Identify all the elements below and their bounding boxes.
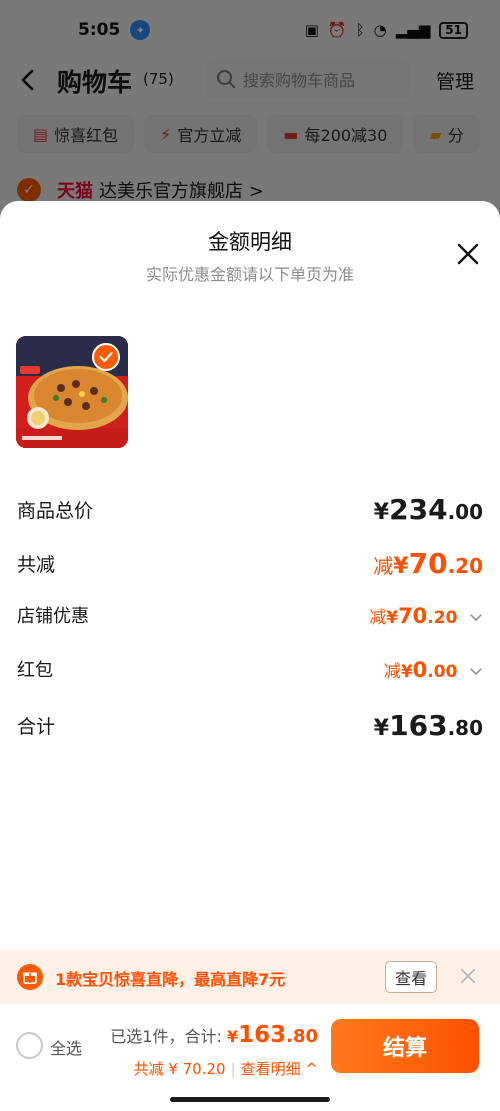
store-discount-value[interactable]: 减¥70.20	[369, 603, 483, 628]
home-indicator[interactable]	[170, 1097, 330, 1102]
selected-count-text: 已选1件，合计:	[110, 1027, 222, 1046]
subtotal-label: 合计	[17, 716, 56, 738]
chevron-down-icon[interactable]	[469, 667, 483, 677]
product-selected-check-icon[interactable]	[92, 343, 120, 371]
sheet-subtitle: 实际优惠金额请以下单页为准	[145, 265, 354, 284]
reduction-detail-line: 共减 ¥ 70.20 | 查看明细 ^	[134, 1058, 318, 1079]
close-icon[interactable]	[459, 967, 477, 985]
system-nav-bar	[0, 1089, 500, 1111]
total-reduction-label: 共减	[17, 554, 56, 576]
gift-icon	[17, 964, 43, 990]
total-goods-label: 商品总价	[17, 500, 94, 522]
view-button[interactable]: 查看	[385, 961, 437, 993]
row-total-goods-price: 商品总价 ¥234.00	[17, 493, 483, 526]
chevron-down-icon[interactable]	[469, 613, 483, 623]
subtotal-value: ¥163.80	[373, 709, 483, 742]
close-icon[interactable]	[455, 241, 481, 267]
select-all-label[interactable]: 全选	[50, 1035, 82, 1059]
select-all-checkbox[interactable]	[16, 1032, 43, 1059]
view-detail-link[interactable]: 查看明细 ^	[241, 1060, 318, 1078]
row-red-packet[interactable]: 红包 减¥0.00	[17, 656, 483, 682]
row-total-reduction: 共减 减¥70.20	[17, 547, 483, 580]
divider: |	[230, 1060, 236, 1078]
row-store-discount[interactable]: 店铺优惠 减¥70.20	[17, 602, 483, 628]
price-drop-notice-bar: 1款宝贝惊喜直降，最高直降7元 查看	[0, 950, 500, 1004]
amount-detail-sheet: 金额明细 实际优惠金额请以下单页为准 商品总价 ¥234.00 共减 减¥70.…	[0, 201, 500, 950]
red-packet-value[interactable]: 减¥0.00	[384, 657, 483, 682]
checkout-footer: 全选 已选1件，合计: ¥163.80 共减 ¥ 70.20 | 查看明细 ^ 结算	[0, 1004, 500, 1089]
total-goods-value: ¥234.00	[373, 493, 483, 526]
checkout-button[interactable]: 结算	[331, 1019, 479, 1073]
footer-total-price: ¥163.80	[226, 1022, 318, 1048]
store-discount-label: 店铺优惠	[17, 606, 89, 627]
row-subtotal: 合计 ¥163.80	[17, 709, 483, 742]
total-reduction-value: 减¥70.20	[373, 547, 483, 580]
sheet-title: 金额明细	[208, 230, 292, 254]
notice-text: 1款宝贝惊喜直降，最高直降7元	[55, 970, 286, 989]
red-packet-label: 红包	[17, 660, 53, 681]
selected-summary: 已选1件，合计: ¥163.80	[110, 1022, 318, 1048]
footer-reduce-text: 共减 ¥ 70.20	[133, 1060, 226, 1078]
